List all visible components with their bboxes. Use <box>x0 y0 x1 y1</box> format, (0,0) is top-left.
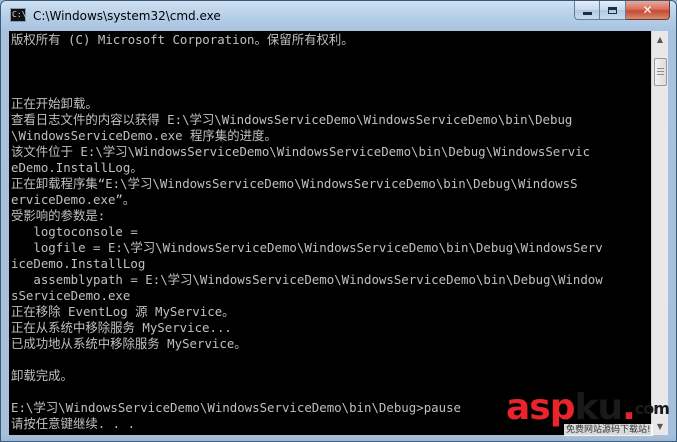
logo-ku-text: ku <box>574 387 624 428</box>
logo-com-text: com <box>634 399 670 418</box>
window-title: C:\Windows\system32\cmd.exe <box>33 9 221 23</box>
cmd-app-icon[interactable]: C:\ <box>10 8 26 22</box>
console-line: \WindowsServiceDemo.exe 程序集的进度。 <box>11 128 277 143</box>
console-line: erviceDemo.exe”。 <box>11 192 136 207</box>
maximize-icon <box>608 6 617 14</box>
console-line: E:\学习\WindowsServiceDemo\WindowsServiceD… <box>11 400 461 415</box>
console-line: 卸载完成。 <box>11 368 73 383</box>
watermark-subtitle: 免费网站源码下载站! <box>564 424 653 436</box>
console-line: 已成功地从系统中移除服务 MyService。 <box>11 336 247 351</box>
console-line: 查看日志文件的内容以获得 E:\学习\WindowsServiceDemo\Wi… <box>11 112 573 127</box>
minimize-button[interactable] <box>574 1 600 20</box>
aspku-logo: aspku.com <box>506 387 670 428</box>
close-button[interactable]: ✕ <box>626 1 670 20</box>
cmd-window: C:\ C:\Windows\system32\cmd.exe ✕ 版权所有 (… <box>0 0 677 442</box>
title-bar[interactable]: C:\ C:\Windows\system32\cmd.exe ✕ <box>1 1 676 31</box>
console-line: 正在从系统中移除服务 MyService... <box>11 320 232 335</box>
console-line: sServiceDemo.exe <box>11 288 131 303</box>
console-line: logfile = E:\学习\WindowsServiceDemo\Windo… <box>11 240 603 255</box>
console-line: logtoconsole = <box>11 224 138 239</box>
scrollbar-thumb[interactable] <box>654 58 667 86</box>
console-line: 正在移除 EventLog 源 MyService。 <box>11 304 235 319</box>
console-line: assemblypath = E:\学习\WindowsServiceDemo\… <box>11 272 603 287</box>
console-line: iceDemo.InstallLog <box>11 256 146 271</box>
console-line: 版权所有 (C) Microsoft Corporation。保留所有权利。 <box>11 32 354 47</box>
console-output[interactable]: 版权所有 (C) Microsoft Corporation。保留所有权利。 正… <box>9 31 651 435</box>
console-line: 正在开始卸载。 <box>11 96 98 111</box>
console-line: eDemo.InstallLog。 <box>11 160 143 175</box>
console-line: 正在卸载程序集“E:\学习\WindowsServiceDemo\Windows… <box>11 176 578 191</box>
minimize-icon <box>582 11 592 15</box>
logo-asp-text: asp <box>506 387 575 428</box>
scroll-up-arrow-icon[interactable]: ▲ <box>652 31 668 48</box>
cmd-icon-glyph: C:\ <box>12 10 27 19</box>
caption-buttons: ✕ <box>574 1 670 21</box>
close-icon: ✕ <box>642 3 653 17</box>
aspku-watermark: aspku.com 免费网站源码下载站! <box>506 389 676 439</box>
console-line: 该文件位于 E:\学习\WindowsServiceDemo\WindowsSe… <box>11 144 591 159</box>
logo-dot-text: . <box>622 387 636 428</box>
vertical-scrollbar[interactable]: ▲ ▼ <box>651 31 668 435</box>
console-line: 受影响的参数是: <box>11 208 106 223</box>
maximize-button[interactable] <box>600 1 626 20</box>
console-line: 请按任意键继续. . . <box>11 416 136 431</box>
